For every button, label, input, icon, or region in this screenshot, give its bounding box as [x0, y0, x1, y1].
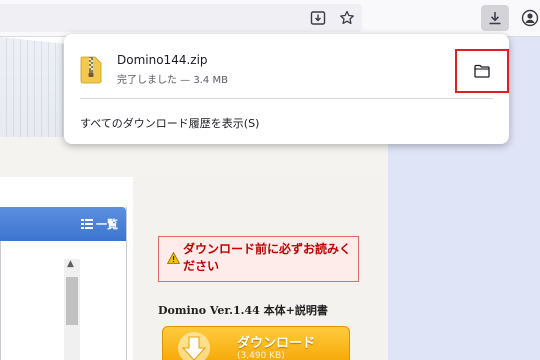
- zip-file-icon: [80, 56, 102, 84]
- panel-separator: [80, 98, 493, 99]
- nav-scroll-thumb[interactable]: [66, 277, 78, 325]
- download-button[interactable]: ダウンロード (3,490 KB): [162, 326, 350, 360]
- downloads-icon[interactable]: [481, 5, 509, 31]
- browser-toolbar: [0, 0, 540, 37]
- account-icon[interactable]: [518, 6, 540, 30]
- list-icon: [81, 219, 93, 229]
- scroll-up-arrow-icon[interactable]: ▲: [67, 259, 74, 269]
- nav-title-label: 一覧: [96, 218, 118, 231]
- open-containing-folder-button[interactable]: [455, 49, 509, 93]
- warning-icon: [167, 252, 180, 264]
- warning-text: ダウンロード前に必ずお読みください: [183, 242, 352, 273]
- product-title: Domino Ver.1.44 本体+説明書: [158, 304, 328, 317]
- save-page-icon[interactable]: [306, 6, 330, 30]
- download-file-name: Domino144.zip: [117, 53, 208, 67]
- folder-icon: [474, 64, 490, 78]
- nav-title[interactable]: 一覧: [81, 216, 118, 232]
- download-status: 完了しました — 3.4 MB: [117, 75, 228, 86]
- warning-notice[interactable]: ダウンロード前に必ずお読みください: [158, 236, 359, 282]
- nav-header: 一覧: [0, 207, 126, 241]
- bookmark-star-icon[interactable]: [335, 6, 359, 30]
- show-all-downloads-link[interactable]: すべてのダウンロード履歴を表示(S): [80, 115, 259, 131]
- download-size: (3,490 KB): [237, 351, 285, 360]
- download-item[interactable]: Domino144.zip 完了しました — 3.4 MB: [64, 34, 509, 98]
- download-button-label: ダウンロード: [237, 336, 316, 351]
- download-arrow-icon: [178, 332, 210, 360]
- downloads-panel: Domino144.zip 完了しました — 3.4 MB すべてのダウンロード…: [64, 34, 509, 144]
